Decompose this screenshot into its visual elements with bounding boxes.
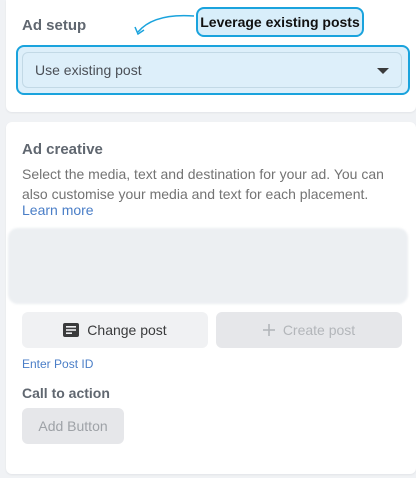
add-button[interactable]: Add Button [22,408,124,444]
callout-arrow-icon [134,14,195,36]
select-value: Use existing post [35,62,142,78]
ad-creative-card: Ad creative Select the media, text and d… [6,122,416,474]
ad-setup-select[interactable]: Use existing post [22,52,402,88]
post-icon [63,323,80,337]
create-post-button[interactable]: Create post [216,312,402,348]
callout-tooltip: Leverage existing posts [196,7,364,37]
learn-more-link[interactable]: Learn more [22,202,94,218]
post-preview-placeholder [8,228,408,304]
ad-setup-title: Ad setup [22,17,87,34]
create-post-label: Create post [282,322,356,338]
ad-creative-title: Ad creative [22,141,103,158]
caret-down-icon [377,68,389,74]
enter-post-id-link[interactable]: Enter Post ID [22,357,93,371]
change-post-label: Change post [87,322,167,338]
change-post-button[interactable]: Change post [22,312,208,348]
plus-icon [262,324,275,336]
ad-creative-description: Select the media, text and destination f… [22,166,384,202]
ad-setup-card: Ad setup Leverage existing posts Use exi… [6,0,416,112]
call-to-action-label: Call to action [22,385,110,401]
